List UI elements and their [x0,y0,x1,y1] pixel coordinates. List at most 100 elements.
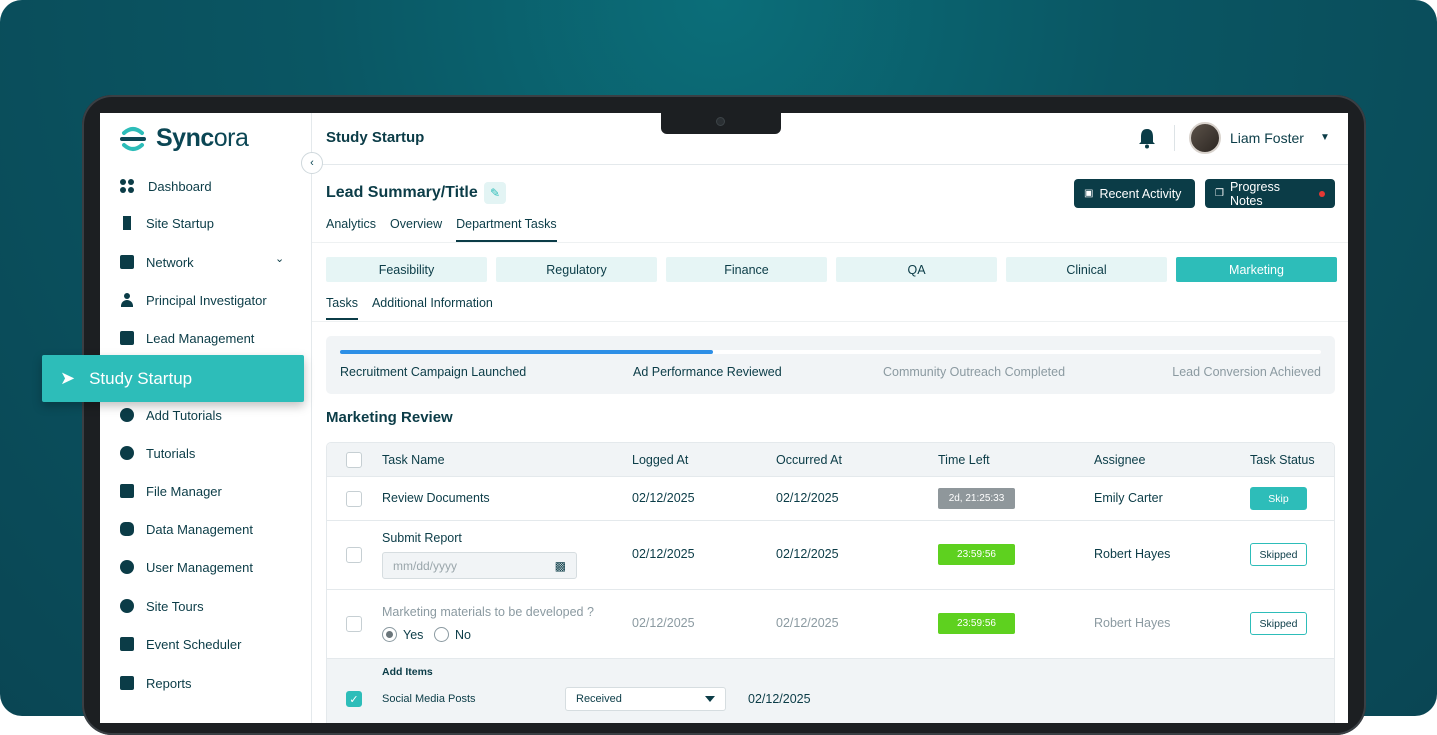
notes-icon: ❐ [1215,188,1224,199]
tab-overview[interactable]: Overview [390,217,442,242]
column-header: Task Status [1250,453,1315,467]
progress-notes-button[interactable]: ❐ Progress Notes [1205,179,1335,208]
item-checkbox[interactable]: ✓ [346,691,362,707]
bell-icon[interactable] [1137,127,1157,149]
row-checkbox[interactable] [346,491,362,507]
building-icon [120,216,134,230]
sidebar-item-label: Study Startup [89,368,193,388]
document-icon [120,331,134,345]
play-plus-icon [120,408,134,422]
camera-icon [716,117,725,126]
dept-marketing[interactable]: Marketing [1176,257,1337,282]
date-input[interactable]: mm/dd/yyyy ▩ [382,552,577,579]
recent-activity-button[interactable]: ▣ Recent Activity [1074,179,1195,208]
yes-radio[interactable] [382,627,397,642]
progress-step: Ad Performance Reviewed [633,365,782,379]
header-divider [1174,125,1175,151]
play-icon [120,446,134,460]
occurred-at: 02/12/2025 [776,616,839,630]
sidebar-item-site-startup[interactable]: Site Startup [120,213,214,233]
sidebar-item-event-scheduler[interactable]: Event Scheduler [120,634,241,654]
sidebar-item-label: Principal Investigator [146,292,267,308]
task-name: Marketing materials to be developed ? [382,605,594,619]
time-left: 23:59:56 [938,544,1015,565]
skipped-button[interactable]: Skipped [1250,543,1307,566]
sidebar-item-label: Site Startup [146,215,214,231]
task-name: Review Documents [382,491,490,505]
page-title: Study Startup [326,129,425,146]
dept-regulatory[interactable]: Regulatory [496,257,657,282]
sub-tabs: Tasks Additional Information [326,296,493,320]
table-row: Marketing materials to be developed ? Ye… [327,590,1334,659]
main-content: Lead Summary/Title ✎ ▣ Recent Activity ❐… [312,165,1348,723]
sidebar-item-reports[interactable]: Reports [120,673,192,693]
column-header: Logged At [632,453,689,467]
time-left: 2d, 21:25:33 [938,488,1015,509]
sidebar-item-add-tutorials[interactable]: Add Tutorials [120,405,222,425]
tasks-table: Task Name Logged At Occurred At Time Lef… [326,442,1335,723]
skipped-button[interactable]: Skipped [1250,612,1307,635]
main-tabs: Analytics Overview Department Tasks [326,217,557,242]
user-name[interactable]: Liam Foster [1230,130,1304,146]
tab-additional-information[interactable]: Additional Information [372,296,493,320]
dept-feasibility[interactable]: Feasibility [326,257,487,282]
item-status-select[interactable]: Received [565,687,726,711]
sidebar-item-label: File Manager [146,483,222,499]
assignee: Robert Hayes [1094,616,1171,630]
assignee: Emily Carter [1094,491,1163,505]
sidebar-item-data-management[interactable]: Data Management [120,519,253,539]
network-icon [120,255,134,269]
avatar[interactable] [1189,122,1221,154]
tab-analytics[interactable]: Analytics [326,217,376,242]
person-icon [120,293,134,307]
caret-down-icon [705,696,715,702]
table-row: Review Documents 02/12/2025 02/12/2025 2… [327,477,1334,521]
sidebar-item-lead-management[interactable]: Lead Management [120,328,254,348]
no-radio[interactable] [434,627,449,642]
sidebar-item-network[interactable]: Network ⌄ [120,252,295,272]
sidebar-item-dashboard[interactable]: Dashboard [120,176,212,196]
row-checkbox[interactable] [346,547,362,563]
divider [312,242,1348,243]
top-bar: Study Startup Liam Foster ▼ [312,113,1348,165]
dept-qa[interactable]: QA [836,257,997,282]
sidebar: Syncora Dashboard Site Startup Network ⌄… [100,113,312,723]
column-header: Task Name [382,453,445,467]
item-name: Social Media Posts [382,693,476,705]
sidebar-item-file-manager[interactable]: File Manager [120,481,222,501]
dept-clinical[interactable]: Clinical [1006,257,1167,282]
select-all-checkbox[interactable] [346,452,362,468]
logged-at: 02/12/2025 [632,547,695,561]
add-items-panel: Add Items ✓ Social Media Posts Received … [327,659,1334,723]
task-name: Submit Report [382,531,462,545]
tab-tasks[interactable]: Tasks [326,296,358,320]
logged-at: 02/12/2025 [632,491,695,505]
progress-step: Recruitment Campaign Launched [340,365,527,379]
collapse-sidebar-button[interactable]: ‹ [301,152,323,174]
column-header: Occurred At [776,453,842,467]
app-screen: Syncora Dashboard Site Startup Network ⌄… [100,113,1348,723]
gear-user-icon [120,560,134,574]
occurred-at: 02/12/2025 [776,491,839,505]
sidebar-item-study-startup[interactable]: ➤ Study Startup [42,355,304,402]
item-date: 02/12/2025 [748,692,811,706]
skip-button[interactable]: Skip [1250,487,1307,510]
notification-dot [1319,190,1325,197]
chevron-down-icon[interactable]: ▼ [1320,132,1330,143]
sidebar-item-principal-investigator[interactable]: Principal Investigator [120,290,267,310]
dept-finance[interactable]: Finance [666,257,827,282]
report-icon [120,676,134,690]
add-items-title: Add Items [382,666,433,678]
sidebar-item-label: Data Management [146,521,253,537]
chevron-down-icon[interactable]: ⌄ [275,252,284,265]
sidebar-item-tutorials[interactable]: Tutorials [120,443,195,463]
table-row: Submit Report mm/dd/yyyy ▩ 02/12/2025 02… [327,521,1334,590]
sidebar-item-label: Add Tutorials [146,407,222,423]
tab-department-tasks[interactable]: Department Tasks [456,217,557,242]
sidebar-item-user-management[interactable]: User Management [120,557,253,577]
progress-fill [340,350,713,354]
row-checkbox[interactable] [346,616,362,632]
sidebar-item-site-tours[interactable]: Site Tours [120,596,204,616]
edit-icon[interactable]: ✎ [484,182,506,204]
calendar-icon[interactable]: ▩ [555,559,566,573]
